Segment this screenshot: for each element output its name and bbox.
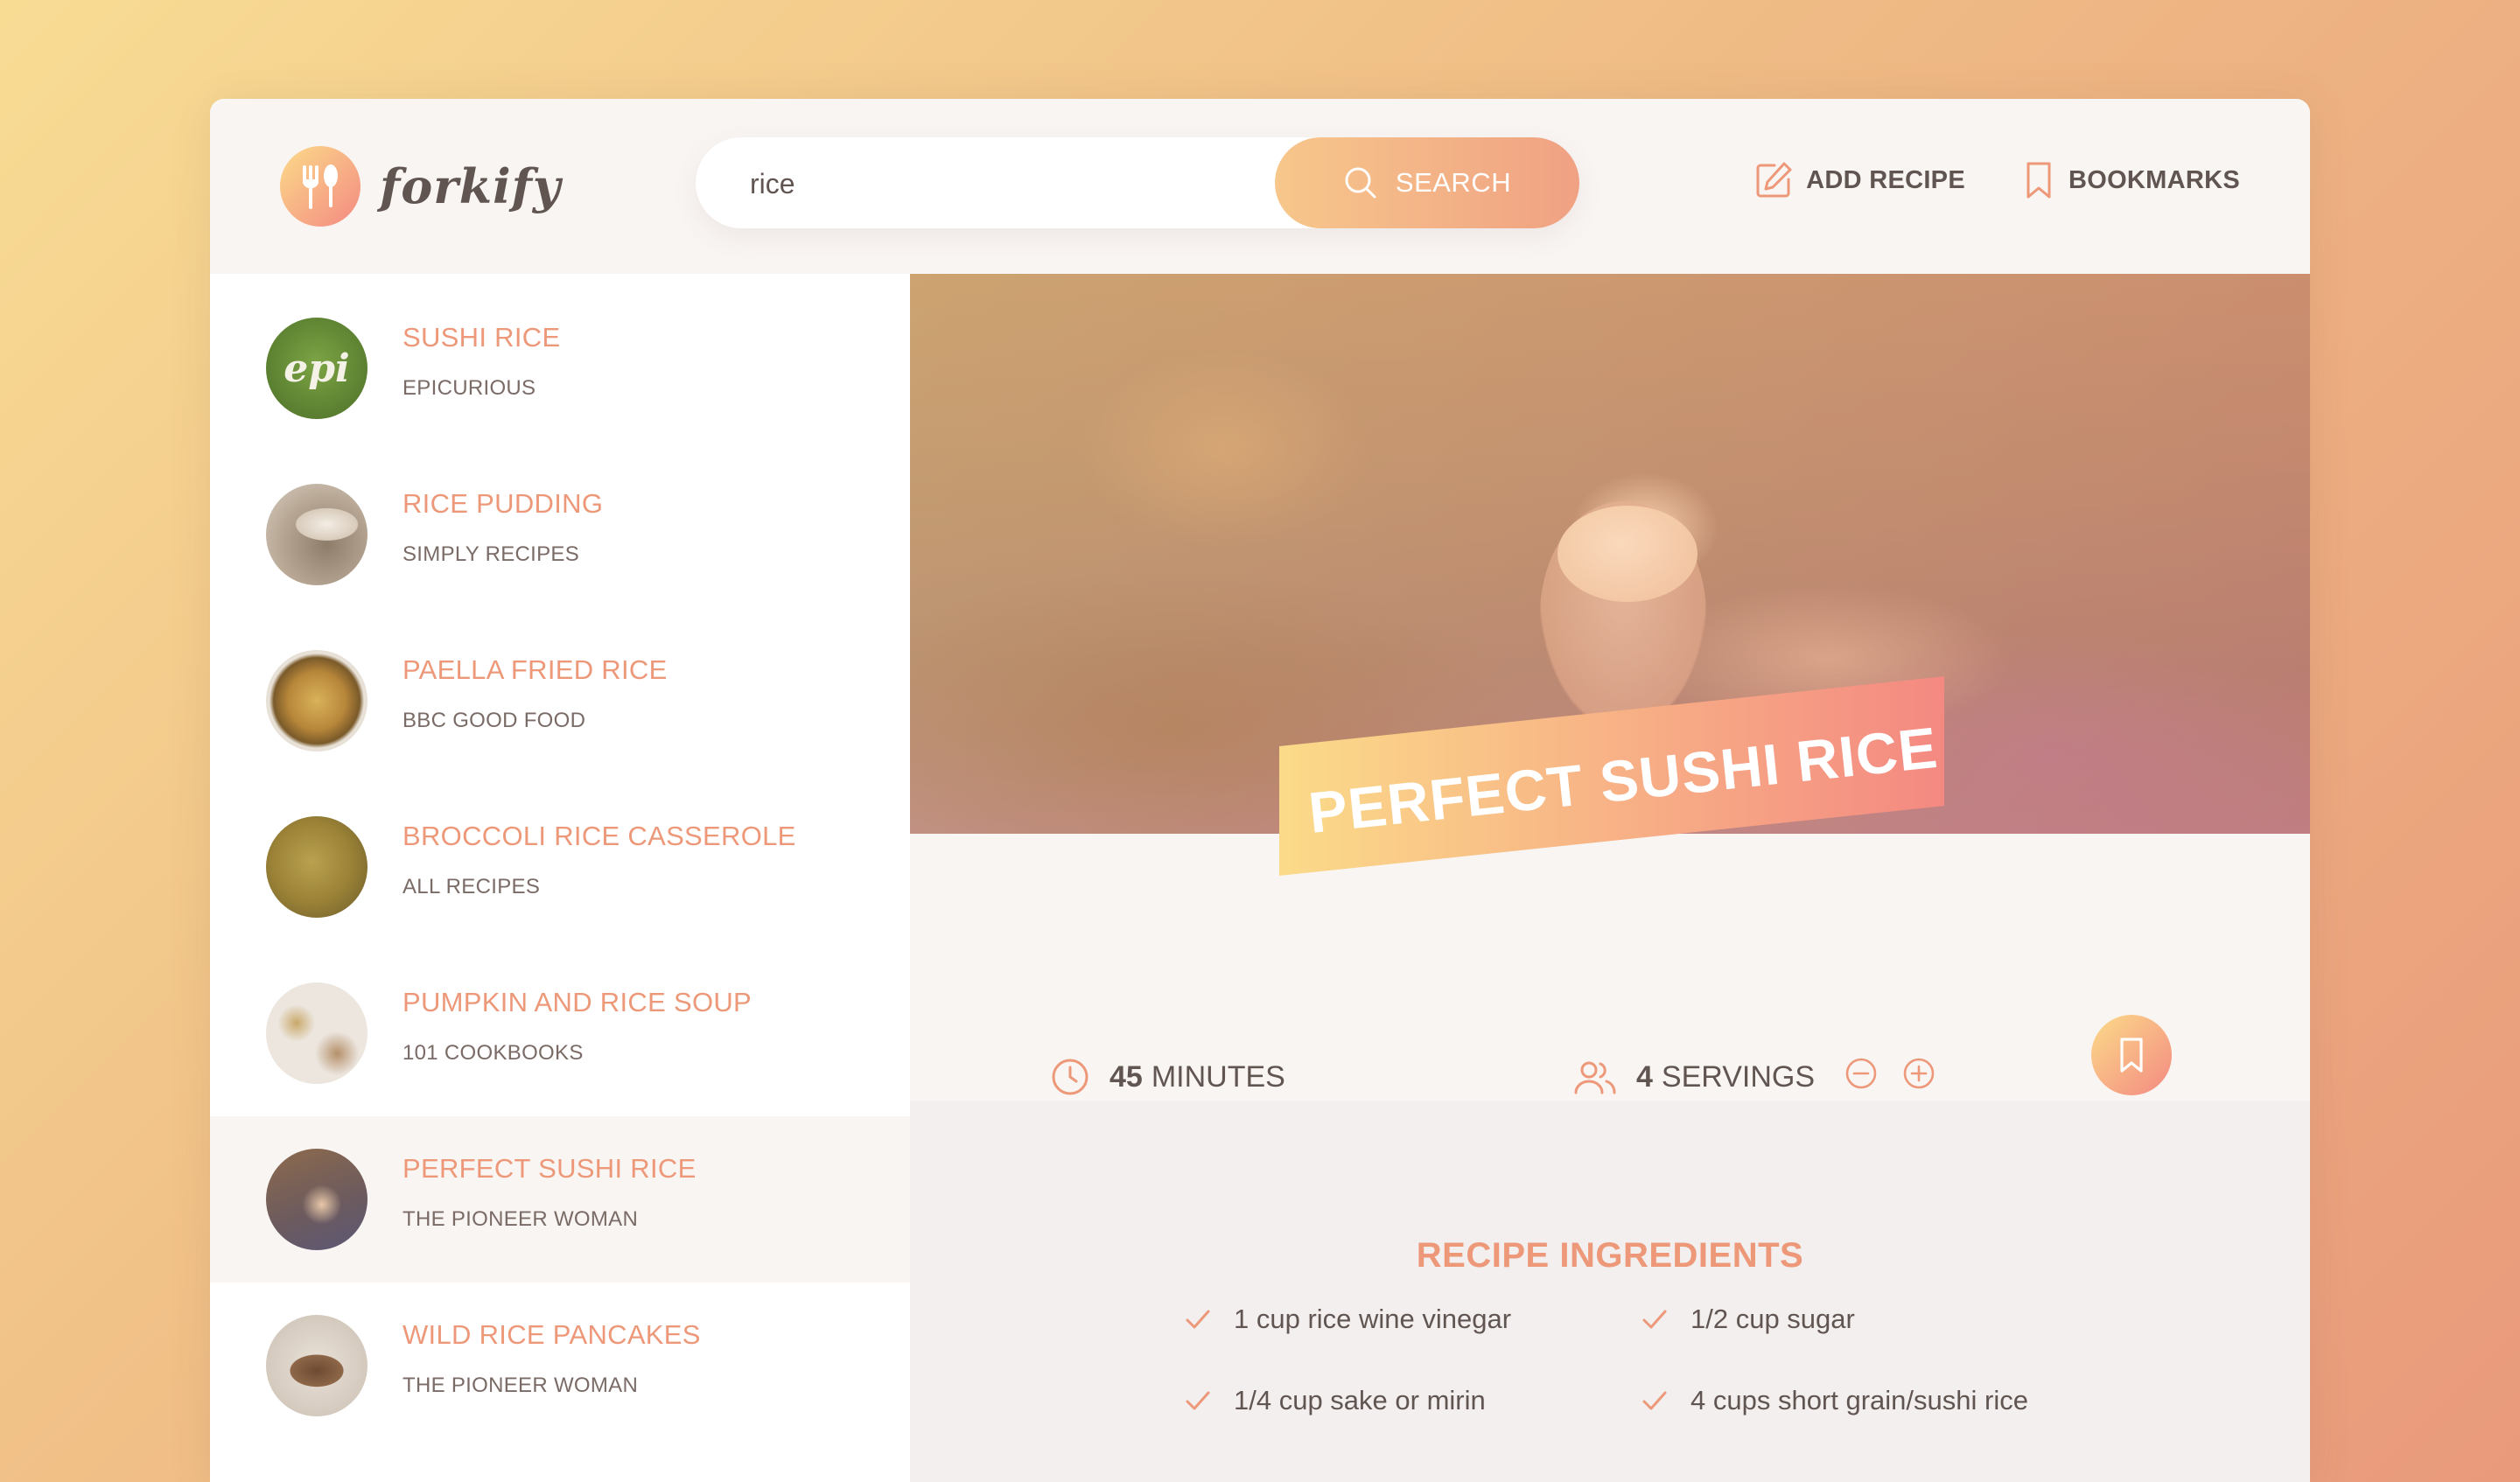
search-input[interactable] bbox=[748, 137, 1259, 230]
result-title: SUSHI RICE bbox=[402, 322, 561, 353]
result-thumbnail bbox=[266, 1149, 368, 1250]
app-window: forkify SEARCH ADD RECIPE bbox=[210, 99, 2310, 1482]
result-title: WILD RICE PANCAKES bbox=[402, 1319, 701, 1350]
result-thumbnail bbox=[266, 650, 368, 751]
decrease-servings-button[interactable] bbox=[1844, 1057, 1897, 1098]
ingredient-item: 1 cup rice wine vinegar bbox=[1183, 1304, 1511, 1335]
result-title: RICE PUDDING bbox=[402, 488, 604, 519]
result-publisher: EPICURIOUS bbox=[402, 376, 536, 400]
result-publisher: 101 COOKBOOKS bbox=[402, 1041, 584, 1065]
search-button[interactable]: SEARCH bbox=[1275, 137, 1579, 228]
minus-circle-icon bbox=[1845, 1058, 1877, 1089]
result-publisher: THE PIONEER WOMAN bbox=[402, 1374, 639, 1397]
result-item[interactable]: RICE PUDDING SIMPLY RECIPES bbox=[210, 451, 910, 618]
result-publisher: ALL RECIPES bbox=[402, 875, 541, 898]
result-thumbnail: epi bbox=[266, 318, 368, 419]
ingredient-item: 1/4 cup sake or mirin bbox=[1183, 1385, 1486, 1416]
cooking-time: 45 MINUTES bbox=[1050, 1057, 1285, 1097]
clock-icon bbox=[1052, 1059, 1088, 1095]
edit-icon bbox=[1756, 162, 1792, 198]
add-recipe-label: ADD RECIPE bbox=[1806, 165, 1965, 194]
result-title: PAELLA FRIED RICE bbox=[402, 654, 668, 685]
add-recipe-button[interactable]: ADD RECIPE bbox=[1754, 160, 1965, 200]
ingredient-item: 1/2 cup sugar bbox=[1640, 1304, 1855, 1335]
ingredient-item: 4 cups short grain/sushi rice bbox=[1640, 1385, 2028, 1416]
bookmarks-button[interactable]: BOOKMARKS bbox=[2021, 160, 2240, 200]
search-button-label: SEARCH bbox=[1395, 167, 1512, 198]
result-publisher: BBC GOOD FOOD bbox=[402, 709, 586, 732]
result-item[interactable]: epi SUSHI RICE EPICURIOUS bbox=[210, 285, 910, 451]
result-title: PUMPKIN AND RICE SOUP bbox=[402, 987, 752, 1017]
result-item-active[interactable]: PERFECT SUSHI RICE THE PIONEER WOMAN bbox=[210, 1116, 910, 1283]
result-publisher: SIMPLY RECIPES bbox=[402, 542, 580, 566]
check-icon bbox=[1186, 1310, 1210, 1329]
header: forkify SEARCH ADD RECIPE bbox=[210, 99, 2310, 274]
bookmark-icon bbox=[2120, 1038, 2143, 1073]
bookmark-recipe-button[interactable] bbox=[2091, 1015, 2172, 1095]
fork-spoon-icon bbox=[280, 146, 360, 227]
result-thumbnail bbox=[266, 982, 368, 1084]
result-thumbnail bbox=[266, 1315, 368, 1416]
bookmarks-label: BOOKMARKS bbox=[2068, 165, 2240, 194]
cooking-time-value: 45 bbox=[1110, 1059, 1143, 1094]
nav: ADD RECIPE BOOKMARKS bbox=[1754, 160, 2240, 200]
ingredient-text: 4 cups short grain/sushi rice bbox=[1690, 1385, 2028, 1416]
ingredient-text: 1/2 cup sugar bbox=[1690, 1304, 1855, 1334]
epicurious-logo-text: epi bbox=[284, 346, 350, 391]
check-icon bbox=[1642, 1310, 1667, 1329]
result-publisher: THE PIONEER WOMAN bbox=[402, 1207, 639, 1231]
bookmark-icon bbox=[2026, 162, 2051, 199]
plus-circle-icon bbox=[1903, 1058, 1935, 1089]
search-results: epi SUSHI RICE EPICURIOUS RICE PUDDING S… bbox=[210, 274, 910, 1482]
logo-text: forkify bbox=[380, 158, 562, 214]
ingredients-heading: RECIPE INGREDIENTS bbox=[1416, 1236, 1804, 1275]
recipe-details: 45 MINUTES 4 SERVINGS bbox=[910, 834, 2310, 1101]
search-form: SEARCH bbox=[696, 137, 1579, 230]
increase-servings-button[interactable] bbox=[1902, 1057, 1955, 1098]
ingredient-text: 1 cup rice wine vinegar bbox=[1234, 1304, 1512, 1334]
recipe-view: 45 MINUTES 4 SERVINGS PERFECT SUSHI RICE… bbox=[910, 274, 2310, 1482]
cooking-time-unit: MINUTES bbox=[1151, 1059, 1285, 1094]
result-thumbnail bbox=[266, 816, 368, 918]
ingredient-text: 1/4 cup sake or mirin bbox=[1234, 1385, 1486, 1416]
result-title: BROCCOLI RICE CASSEROLE bbox=[402, 821, 796, 851]
result-item[interactable]: PUMPKIN AND RICE SOUP 101 COOKBOOKS bbox=[210, 950, 910, 1116]
result-item[interactable]: WILD RICE PANCAKES THE PIONEER WOMAN bbox=[210, 1283, 910, 1449]
servings: 4 SERVINGS bbox=[1573, 1057, 1960, 1098]
result-thumbnail bbox=[266, 484, 368, 585]
servings-unit: SERVINGS bbox=[1661, 1060, 1816, 1094]
result-item[interactable]: PAELLA FRIED RICE BBC GOOD FOOD bbox=[210, 618, 910, 784]
logo[interactable]: forkify bbox=[280, 146, 561, 227]
recipe-ingredients: RECIPE INGREDIENTS 1 cup rice wine vineg… bbox=[910, 1101, 2310, 1482]
users-icon bbox=[1574, 1061, 1616, 1094]
search-icon bbox=[1345, 167, 1376, 199]
result-item[interactable]: BROCCOLI RICE CASSEROLE ALL RECIPES bbox=[210, 784, 910, 950]
servings-value: 4 bbox=[1636, 1060, 1653, 1094]
check-icon bbox=[1186, 1391, 1210, 1410]
check-icon bbox=[1642, 1391, 1667, 1410]
result-title: PERFECT SUSHI RICE bbox=[402, 1153, 696, 1184]
